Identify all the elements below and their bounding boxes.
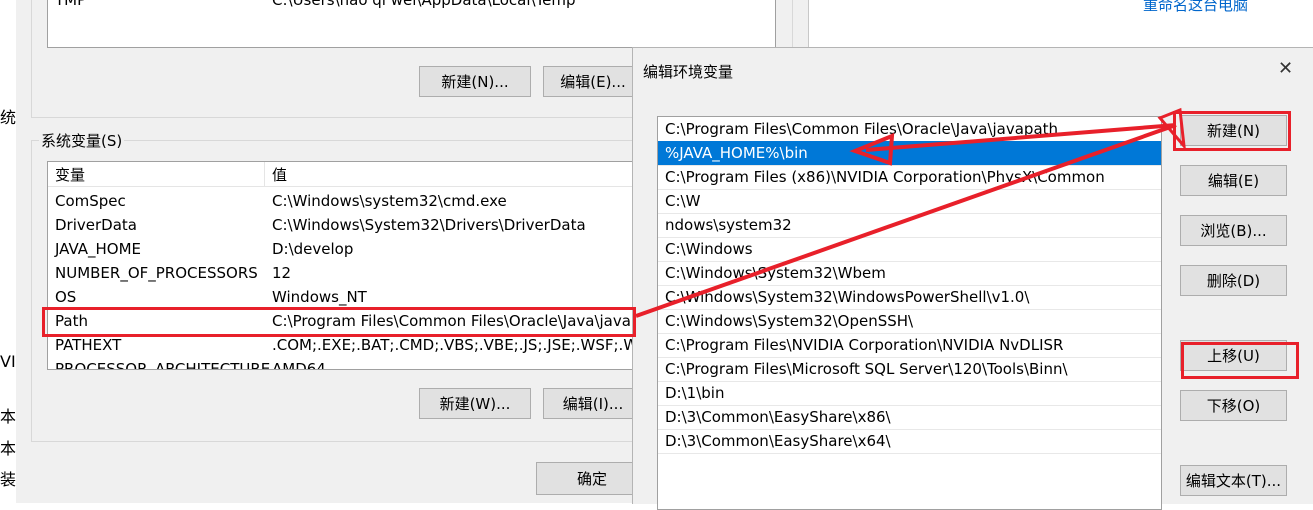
path-list-item[interactable]: ndows\system32 bbox=[658, 213, 1161, 237]
var-value: AMD64 bbox=[272, 360, 326, 370]
var-value: C:\Windows\system32\cmd.exe bbox=[272, 192, 507, 210]
dialog-title: 编辑环境变量 bbox=[643, 63, 734, 81]
var-value: C:\Windows\System32\Drivers\DriverData bbox=[272, 216, 586, 234]
background-char: 统 bbox=[0, 108, 17, 127]
background-char: 本 bbox=[0, 439, 17, 458]
system-variables-title: 系统变量(S) bbox=[39, 130, 125, 151]
path-list[interactable]: C:\Program Files\Common Files\Oracle\Jav… bbox=[657, 116, 1162, 510]
path-list-item[interactable]: C:\W bbox=[658, 189, 1161, 213]
path-list-item[interactable]: D:\1\bin bbox=[658, 381, 1161, 405]
system-edit-button[interactable]: 编辑(I)... bbox=[543, 388, 643, 419]
var-name: Path bbox=[55, 312, 88, 330]
path-list-item[interactable]: C:\Program Files\Microsoft SQL Server\12… bbox=[658, 357, 1161, 381]
var-value: C:\Program Files\Common Files\Oracle\Jav… bbox=[272, 312, 666, 330]
table-row[interactable]: TMP C:\Users\hao qi wei\AppData\Local\Te… bbox=[48, 0, 775, 13]
close-icon[interactable]: ✕ bbox=[1278, 58, 1293, 79]
var-name: JAVA_HOME bbox=[55, 240, 142, 258]
user-new-button[interactable]: 新建(N)... bbox=[419, 66, 531, 97]
var-name: ComSpec bbox=[55, 192, 126, 210]
var-value: Windows_NT bbox=[272, 288, 367, 306]
var-name: TMP bbox=[55, 0, 87, 9]
path-list-item[interactable]: C:\Windows bbox=[658, 237, 1161, 261]
path-list-item[interactable]: C:\Program Files (x86)\NVIDIA Corporatio… bbox=[658, 165, 1161, 189]
user-edit-button[interactable]: 编辑(E)... bbox=[543, 66, 643, 97]
var-name: NUMBER_OF_PROCESSORS bbox=[55, 264, 258, 282]
path-list-item[interactable]: C:\Windows\System32\OpenSSH\ bbox=[658, 309, 1161, 333]
background-char: 本 bbox=[0, 407, 17, 426]
background-window-strip: 统 VI 本 本 装 bbox=[0, 0, 17, 503]
var-name: OS bbox=[55, 288, 77, 306]
path-list-item[interactable]: C:\Program Files\Common Files\Oracle\Jav… bbox=[658, 117, 1161, 141]
column-header-value[interactable]: 值 bbox=[272, 164, 287, 185]
edit-text-button[interactable]: 编辑文本(T)... bbox=[1180, 465, 1287, 496]
move-down-button[interactable]: 下移(O) bbox=[1180, 390, 1287, 421]
path-list-item[interactable]: D:\3\Common\EasyShare\x86\ bbox=[658, 405, 1161, 429]
background-char: 装 bbox=[0, 470, 17, 489]
browse-button[interactable]: 浏览(B)... bbox=[1180, 215, 1287, 246]
column-header-name[interactable]: 变量 bbox=[55, 164, 85, 185]
edit-environment-variable-dialog: 编辑环境变量 ✕ C:\Program Files\Common Files\O… bbox=[632, 47, 1313, 510]
path-list-item[interactable]: C:\Windows\System32\Wbem bbox=[658, 261, 1161, 285]
path-list-item-selected[interactable]: %JAVA_HOME%\bin bbox=[658, 141, 1161, 165]
column-divider[interactable] bbox=[264, 162, 265, 186]
path-list-item[interactable]: C:\Windows\System32\WindowsPowerShell\v1… bbox=[658, 285, 1161, 309]
delete-button[interactable]: 删除(D) bbox=[1180, 265, 1287, 296]
system-new-button[interactable]: 新建(W)... bbox=[419, 388, 531, 419]
user-variables-list[interactable]: TMP C:\Users\hao qi wei\AppData\Local\Te… bbox=[47, 0, 776, 48]
path-list-item[interactable]: D:\3\Common\EasyShare\x64\ bbox=[658, 429, 1161, 453]
row-divider bbox=[658, 453, 1161, 454]
new-button[interactable]: 新建(N) bbox=[1180, 115, 1287, 146]
var-value: C:\Users\hao qi wei\AppData\Local\Temp bbox=[272, 0, 576, 9]
var-name: PATHEXT bbox=[55, 336, 122, 354]
var-name: PROCESSOR_ARCHITECTURE bbox=[55, 360, 271, 370]
background-char: VI bbox=[0, 352, 16, 371]
edit-button[interactable]: 编辑(E) bbox=[1180, 165, 1287, 196]
var-value: D:\develop bbox=[272, 240, 354, 258]
var-name: DriverData bbox=[55, 216, 137, 234]
move-up-button[interactable]: 上移(U) bbox=[1180, 340, 1287, 371]
path-list-item[interactable]: C:\Program Files\NVIDIA Corporation\NVID… bbox=[658, 333, 1161, 357]
var-value: 12 bbox=[272, 264, 292, 282]
rename-pc-link[interactable]: 重命名这台电脑 bbox=[1143, 0, 1248, 15]
